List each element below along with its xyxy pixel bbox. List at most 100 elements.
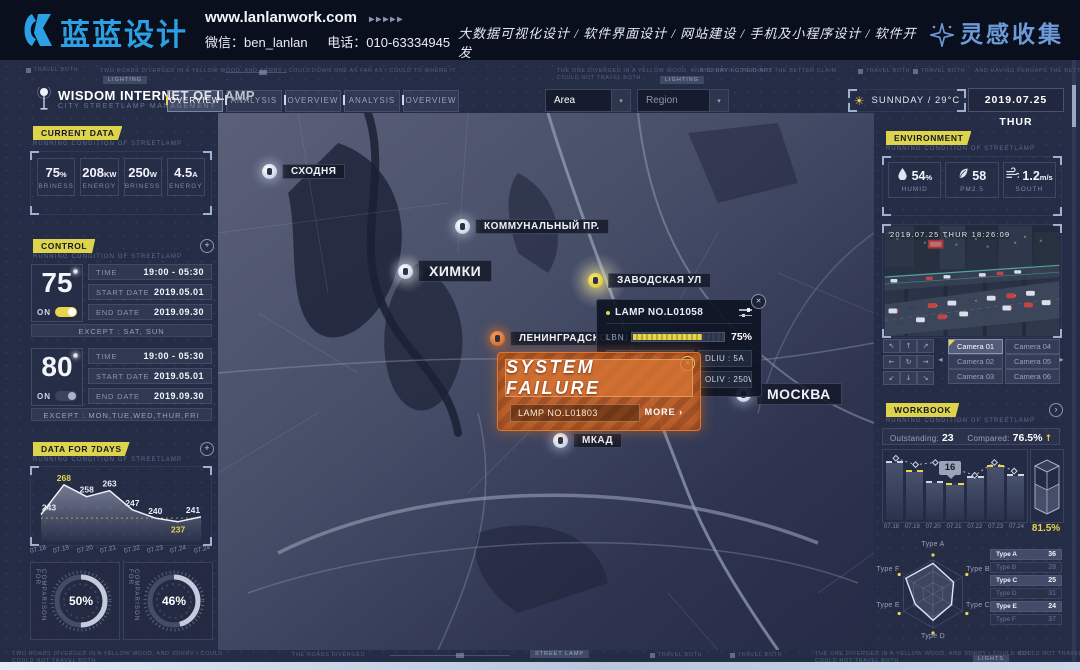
workbook-bar-chart: 16 [882, 449, 1028, 523]
camera-02-button[interactable]: Camera 02 [948, 354, 1003, 369]
pan-down-button[interactable]: ↓ [900, 371, 917, 385]
week-x-axis: 07.1807.1907.2007.2107.2207.2307.2407.24 [30, 546, 210, 553]
pan-up-right-button[interactable]: ↗ [917, 339, 934, 353]
failure-banner: SYSTEM FAILURE [505, 359, 693, 397]
weather-text: SUNNDAY / 29°C [872, 95, 961, 106]
camera-01-button[interactable]: Camera 01 [948, 339, 1003, 354]
type-row[interactable]: Type F37 [990, 614, 1062, 625]
workbook-x-label: 07.24 [1009, 524, 1024, 530]
map-marker-mkad[interactable]: МКАД [553, 433, 622, 448]
filter-sliders-icon[interactable] [739, 308, 752, 317]
wechat-contact: 微信：ben_lanlan [205, 35, 308, 50]
camera-next-button[interactable]: ▸ [1057, 339, 1066, 379]
map-marker-khimki[interactable]: ХИМКИ [398, 260, 492, 282]
date-display[interactable]: 2019.07.25 THUR [968, 88, 1064, 112]
gauge-label: COMPARISON FOR [127, 569, 139, 639]
pan-down-right-button[interactable]: ↘ [917, 371, 934, 385]
pan-left-button[interactable]: ← [883, 355, 900, 369]
region-select[interactable]: Region ▾ [637, 89, 729, 112]
type-row[interactable]: Type D31 [990, 588, 1062, 599]
section-subtitle: RUNNING CONDITION OF STREETLAMP [33, 457, 182, 463]
more-button[interactable]: MORE › [640, 404, 688, 420]
city-map[interactable]: СХОДНЯ КОММУНАЛЬНЫЙ ПР. ХИМКИ ЗАВОДСКАЯ … [218, 113, 874, 650]
power-toggle[interactable] [55, 391, 77, 401]
lamp-pin-icon[interactable] [553, 433, 568, 448]
completion-value: 81.5% [1026, 523, 1066, 534]
tab-overview-1[interactable]: OVERVIEW [167, 90, 223, 112]
camera-prev-button[interactable]: ◂ [936, 339, 945, 379]
pan-right-button[interactable]: → [917, 355, 934, 369]
scrollbar-thumb[interactable] [1072, 85, 1076, 127]
map-marker-zavodskaya[interactable]: ЗАВОДСКАЯ УЛ [588, 273, 711, 288]
map-label: СХОДНЯ [282, 164, 345, 179]
vertical-scrollbar[interactable] [1072, 60, 1076, 670]
comparison-gauge-card: COMPARISON FOR 46% [123, 562, 213, 640]
streetlamp-dashboard: 蓝蓝设计 www.lanlanwork.com ▸▸▸▸▸ 微信：ben_lan… [0, 0, 1080, 670]
type-row[interactable]: Type B28 [990, 562, 1062, 573]
lamp-pin-icon[interactable] [262, 164, 277, 179]
end-date-row[interactable]: END DATE2019.09.30 [88, 304, 212, 320]
tab-overview-2[interactable]: OVERVIEW [285, 90, 341, 112]
section-subtitle: RUNNING CONDITION OF STREETLAMP [886, 146, 1035, 152]
time-setting-row[interactable]: TIME19:00 - 05:30 [88, 348, 212, 364]
camera-04-button[interactable]: Camera 04 [1005, 339, 1060, 354]
prism-icon [1031, 450, 1063, 522]
status-dot-icon [606, 311, 610, 315]
add-control-button[interactable]: + [200, 239, 214, 253]
deco-text: TWO ROADS DIVERGED IN A YELLOW WOOD, AND… [100, 68, 311, 74]
chevron-down-icon[interactable]: ▾ [709, 90, 728, 111]
brightness-slider[interactable] [631, 332, 725, 342]
services-list: 大数据可视化设计 / 软件界面设计 / 网站建设 / 手机及小程序设计 / 软件… [458, 23, 918, 61]
section-tag-workbook: WORKBOOK [886, 403, 959, 417]
tab-overview-3[interactable]: OVERVIEW [403, 90, 459, 112]
type-row[interactable]: Type A36 [990, 549, 1062, 560]
map-marker-shodnya[interactable]: СХОДНЯ [262, 164, 345, 179]
area-select[interactable]: Area ▾ [545, 89, 631, 112]
lamp-dot-icon [73, 269, 78, 274]
pan-down-left-button[interactable]: ↙ [883, 371, 900, 385]
pan-up-button[interactable]: ↑ [900, 339, 917, 353]
week-line-chart: 243268258263247240237241 [33, 468, 209, 544]
compared-value: 76.5% [1013, 432, 1043, 444]
deco-text: COULD NOT TRAVEL BOTH [1018, 651, 1080, 657]
start-date-row[interactable]: START DATE2019.05.01 [88, 368, 212, 384]
camera-05-button[interactable]: Camera 05 [1005, 354, 1060, 369]
power-toggle[interactable] [55, 307, 77, 317]
close-icon[interactable]: ✕ [751, 294, 766, 309]
expand-chart-button[interactable]: + [200, 442, 214, 456]
tab-analysis-1[interactable]: ANALYSIS [226, 90, 282, 112]
camera-03-button[interactable]: Camera 03 [948, 369, 1003, 384]
type-row[interactable]: Type C25 [990, 575, 1062, 586]
map-marker-kommunalny[interactable]: КОММУНАЛЬНЫЙ ПР. [455, 219, 609, 234]
phone-contact: 电话：010-63334945 [327, 35, 450, 50]
deco-slider[interactable] [225, 72, 287, 73]
start-date-row[interactable]: START DATE2019.05.01 [88, 284, 212, 300]
completion-prism [1030, 449, 1064, 523]
chevron-down-icon[interactable]: ▾ [611, 90, 630, 111]
workbook-next-button[interactable]: › [1049, 403, 1063, 417]
brand-name: 蓝蓝设计 [60, 10, 188, 54]
deco-slider[interactable] [390, 655, 510, 656]
section-tag-environment: ENVIRONMENT [886, 131, 971, 145]
camera-06-button[interactable]: Camera 06 [1005, 369, 1060, 384]
up-arrow-icon: ↑ [1044, 434, 1052, 444]
refresh-button[interactable]: ↻ [900, 355, 917, 369]
pan-up-left-button[interactable]: ↖ [883, 339, 900, 353]
lamp-pin-yellow-icon[interactable] [588, 273, 603, 288]
week-point-value: 243 [42, 503, 56, 513]
website-url[interactable]: www.lanlanwork.com [205, 9, 357, 26]
lamp-pin-icon[interactable] [398, 264, 413, 279]
type-row[interactable]: Type E24 [990, 601, 1062, 612]
lamp-pin-alert-icon[interactable] [490, 331, 505, 346]
camera-feed-panel[interactable]: 2019.07.25 THUR 18:26:09 [882, 224, 1062, 338]
time-setting-row[interactable]: TIME19:00 - 05:30 [88, 264, 212, 280]
trend-marker [932, 460, 938, 466]
end-date-row[interactable]: END DATE2019.09.30 [88, 388, 212, 404]
lamp-pin-icon[interactable] [455, 219, 470, 234]
week-point-value: 237 [171, 525, 185, 535]
workbook-stats: Outstanding:23 Compared:76.5%↑ [882, 428, 1060, 445]
trend-marker [913, 462, 919, 468]
tab-analysis-2[interactable]: ANALYSIS [344, 90, 400, 112]
website-line: www.lanlanwork.com ▸▸▸▸▸ [205, 9, 404, 26]
deco-checkbox: TRAVEL BOTH [730, 652, 782, 658]
